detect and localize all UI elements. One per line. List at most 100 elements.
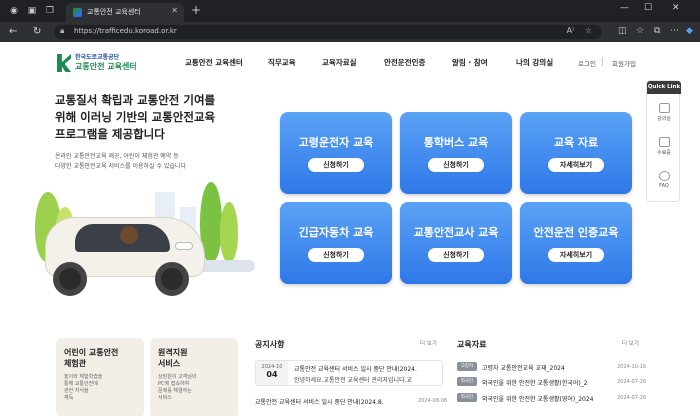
nav-item-my-classroom[interactable]: 나의 강의실 bbox=[516, 57, 553, 68]
promo-title-line: 원격지원 bbox=[158, 348, 188, 357]
headlight-shape bbox=[175, 242, 193, 250]
nav-item-notice-participation[interactable]: 알림 · 참여 bbox=[452, 57, 488, 68]
notice-section-title: 공지사항 bbox=[255, 340, 285, 349]
hero-title: 교통질서 확립과 교통안전 기여를 위해 이러닝 기반의 교통안전교육 프로그램… bbox=[55, 92, 215, 143]
materials-date: 2024-10-16 bbox=[617, 364, 647, 370]
classroom-icon bbox=[658, 103, 670, 113]
nav-item-traffic-safety-center[interactable]: 교통안전 교육센터 bbox=[185, 57, 243, 68]
notice-featured-title: 교통안전 교육센터 서비스 일시 중단 안내(2024. bbox=[294, 366, 417, 373]
notice-featured[interactable]: 2024-10 04 교통안전 교육센터 서비스 일시 중단 안내(2024. … bbox=[255, 360, 443, 386]
read-aloud-icon[interactable]: A⁾ bbox=[567, 26, 574, 35]
nav-item-materials[interactable]: 교육자료실 bbox=[322, 57, 357, 68]
materials-title: 외국인을 위한 안전한 교통생활(영어)_2024 bbox=[482, 396, 594, 403]
promo-remote-support[interactable]: 원격지원 서비스 상담원이 고객님의 PC에 접속하여 문제를 해결하는 서비스 bbox=[150, 338, 238, 416]
apply-button[interactable]: 신청하기 bbox=[308, 248, 364, 262]
apply-button[interactable]: 신청하기 bbox=[428, 248, 484, 262]
card-title: 긴급자동차 교육 bbox=[298, 226, 374, 239]
favorites-icon[interactable]: ☆ bbox=[636, 26, 644, 36]
lock-icon: 🔒︎ bbox=[60, 26, 65, 35]
notice-row-date: 2024-08-08 bbox=[418, 398, 448, 404]
web-page: 한국도로교통공단 교통안전 교육센터 교통안전 교육센터 직무교육 교육자료실 … bbox=[0, 42, 700, 416]
quick-link-faq[interactable]: FAQ bbox=[647, 171, 681, 189]
materials-title: 고령자 교통안전교육 교재_2024 bbox=[482, 365, 565, 372]
notice-row-title[interactable]: 교통안전 교육센터 서비스 일시 중단 안내(2024.8. bbox=[255, 397, 384, 406]
promo-desc-line: 상담원이 고객님의 bbox=[158, 374, 197, 380]
materials-section-title: 교육자료 bbox=[457, 340, 487, 349]
card-title: 안전운전 인증교육 bbox=[533, 226, 619, 239]
tab-bar: ◉ ▣ ❐ 교통안전 교육센터 ✕ + — ☐ ✕ bbox=[0, 0, 700, 22]
profile-icon[interactable]: ◉ bbox=[8, 5, 20, 17]
refresh-icon[interactable]: ↻ bbox=[33, 26, 41, 37]
copilot-icon[interactable]: ◆ bbox=[686, 26, 693, 36]
maximize-icon[interactable]: ☐ bbox=[644, 3, 652, 13]
hero-title-line: 프로그램을 제공합니다 bbox=[55, 127, 165, 141]
minimize-icon[interactable]: — bbox=[620, 3, 629, 13]
favorite-star-icon[interactable]: ☆ bbox=[585, 26, 592, 35]
card-emergency-vehicle-education[interactable]: 긴급자동차 교육 신청하기 bbox=[280, 202, 392, 284]
more-icon[interactable]: ⋯ bbox=[670, 26, 679, 36]
card-school-bus-education[interactable]: 통학버스 교육 신청하기 bbox=[400, 112, 512, 194]
apply-button[interactable]: 신청하기 bbox=[308, 158, 364, 172]
logo-org-name: 한국도로교통공단 bbox=[75, 54, 120, 61]
details-button[interactable]: 자세히보기 bbox=[548, 248, 604, 262]
quick-link-label: 강의실 bbox=[657, 116, 671, 122]
materials-row[interactable]: 외국인 외국인을 위한 안전한 교통생활(한국어)_2 2024-07-26 bbox=[457, 377, 647, 387]
collections-icon[interactable]: ⧉ bbox=[654, 26, 660, 36]
promo-desc-line: 통해 교통안전에 bbox=[64, 381, 98, 387]
card-title: 통학버스 교육 bbox=[423, 136, 489, 149]
driver-shape bbox=[120, 226, 138, 244]
quick-link-certificate[interactable]: 수료증 bbox=[647, 137, 681, 156]
nav-item-job-training[interactable]: 직무교육 bbox=[268, 57, 296, 68]
wheel-shape bbox=[155, 262, 189, 296]
tab-actions-icon[interactable]: ❐ bbox=[44, 5, 56, 17]
login-link[interactable]: 로그인 bbox=[578, 58, 596, 68]
promo-title-line: 서비스 bbox=[158, 359, 181, 368]
materials-date: 2024-07-26 bbox=[617, 379, 647, 385]
tab-title: 교통안전 교육센터 bbox=[87, 8, 141, 16]
hero-title-line: 위해 이러닝 기반의 교통안전교육 bbox=[55, 110, 216, 124]
split-screen-icon[interactable]: ◫ bbox=[618, 26, 627, 36]
faq-icon bbox=[658, 171, 670, 181]
card-traffic-safety-teacher-education[interactable]: 교통안전교사 교육 신청하기 bbox=[400, 202, 512, 284]
back-icon[interactable]: ← bbox=[9, 26, 17, 37]
site-favicon-icon bbox=[73, 8, 82, 17]
notice-more-link[interactable]: 더 보기 bbox=[420, 339, 437, 347]
certificate-icon bbox=[658, 137, 670, 147]
promo-desc-line: 체득 bbox=[64, 395, 74, 401]
promo-children-experience-center[interactable]: 어린이 교통안전 체험관 놀이와 체험학습을 통해 교통안전에 관한 지식을 체… bbox=[56, 338, 144, 416]
card-title: 교통안전교사 교육 bbox=[413, 226, 499, 239]
notice-date-box: 2024-10 04 bbox=[256, 361, 288, 385]
address-bar-row: ← ↻ 🔒︎ https://trafficedu.koroad.or.kr A… bbox=[0, 22, 700, 42]
koroad-logo-icon bbox=[57, 54, 71, 72]
signup-link[interactable]: 회원가입 bbox=[612, 58, 636, 68]
promo-desc: 놀이와 체험학습을 통해 교통안전에 관한 지식을 체득 bbox=[64, 374, 102, 402]
card-elderly-driver-education[interactable]: 고령운전자 교육 신청하기 bbox=[280, 112, 392, 194]
quick-link-label: 수료증 bbox=[657, 150, 671, 156]
apply-button[interactable]: 신청하기 bbox=[428, 158, 484, 172]
quick-link-classroom[interactable]: 강의실 bbox=[647, 103, 681, 122]
materials-badge: 고령자 bbox=[457, 362, 477, 371]
promo-desc-line: 서비스 bbox=[158, 395, 172, 401]
nav-item-safe-driving-cert[interactable]: 안전운전인증 bbox=[384, 57, 425, 68]
card-safe-driving-cert-education[interactable]: 안전운전 인증교육 자세히보기 bbox=[520, 202, 632, 284]
promo-desc-line: 놀이와 체험학습을 bbox=[64, 374, 103, 380]
workspaces-icon[interactable]: ▣ bbox=[26, 5, 38, 17]
materials-row[interactable]: 고령자 고령자 교통안전교육 교재_2024 2024-10-16 bbox=[457, 362, 647, 372]
close-tab-icon[interactable]: ✕ bbox=[171, 6, 178, 15]
details-button[interactable]: 자세히보기 bbox=[548, 158, 604, 172]
promo-desc-line: 관한 지식을 bbox=[64, 388, 89, 394]
card-education-materials[interactable]: 교육 자료 자세히보기 bbox=[520, 112, 632, 194]
util-divider bbox=[602, 57, 603, 66]
materials-badge: 외국인 bbox=[457, 377, 477, 386]
materials-more-link[interactable]: 더 보기 bbox=[622, 339, 639, 347]
browser-window: ◉ ▣ ❐ 교통안전 교육센터 ✕ + — ☐ ✕ ← ↻ 🔒︎ https:/… bbox=[0, 0, 700, 416]
materials-date: 2024-07-26 bbox=[617, 395, 647, 401]
new-tab-icon[interactable]: + bbox=[191, 3, 201, 17]
address-bar[interactable]: 🔒︎ https://trafficedu.koroad.or.kr A⁾ ☆ bbox=[54, 25, 602, 39]
logo-site-name: 교통안전 교육센터 bbox=[75, 62, 137, 71]
browser-tab[interactable]: 교통안전 교육센터 ✕ bbox=[66, 3, 184, 22]
promo-title: 원격지원 서비스 bbox=[158, 347, 187, 369]
materials-row[interactable]: 외국인 외국인을 위한 안전한 교통생활(영어)_2024 2024-07-26 bbox=[457, 393, 647, 403]
hero-car-illustration bbox=[35, 162, 255, 302]
close-window-icon[interactable]: ✕ bbox=[672, 3, 680, 13]
